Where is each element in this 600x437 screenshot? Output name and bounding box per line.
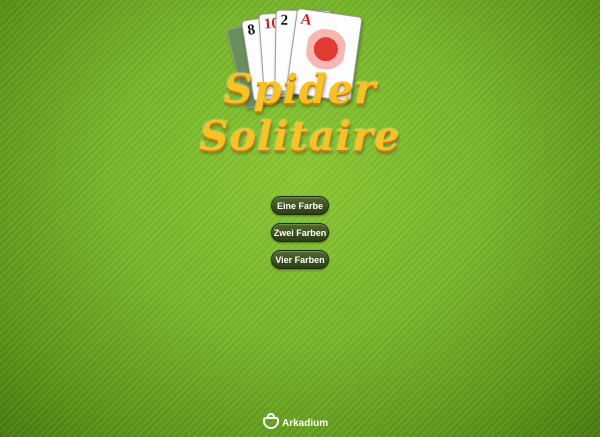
arkadium-logo[interactable]: Arkadium [263,413,343,432]
game-title: Spider Solitaire [199,66,401,160]
difficulty-menu: Eine Farbe Zwei Farben Vier Farben [0,196,600,277]
two-suits-button[interactable]: Zwei Farben [271,223,329,242]
game-logo: 8 10 2 A Spider Solitaire [145,7,455,160]
brand-name: Arkadium [282,417,329,429]
arkadium-icon [263,413,279,429]
four-suits-button[interactable]: Vier Farben [271,250,329,269]
one-suit-button[interactable]: Eine Farbe [271,196,329,215]
heart-icon [304,26,348,72]
